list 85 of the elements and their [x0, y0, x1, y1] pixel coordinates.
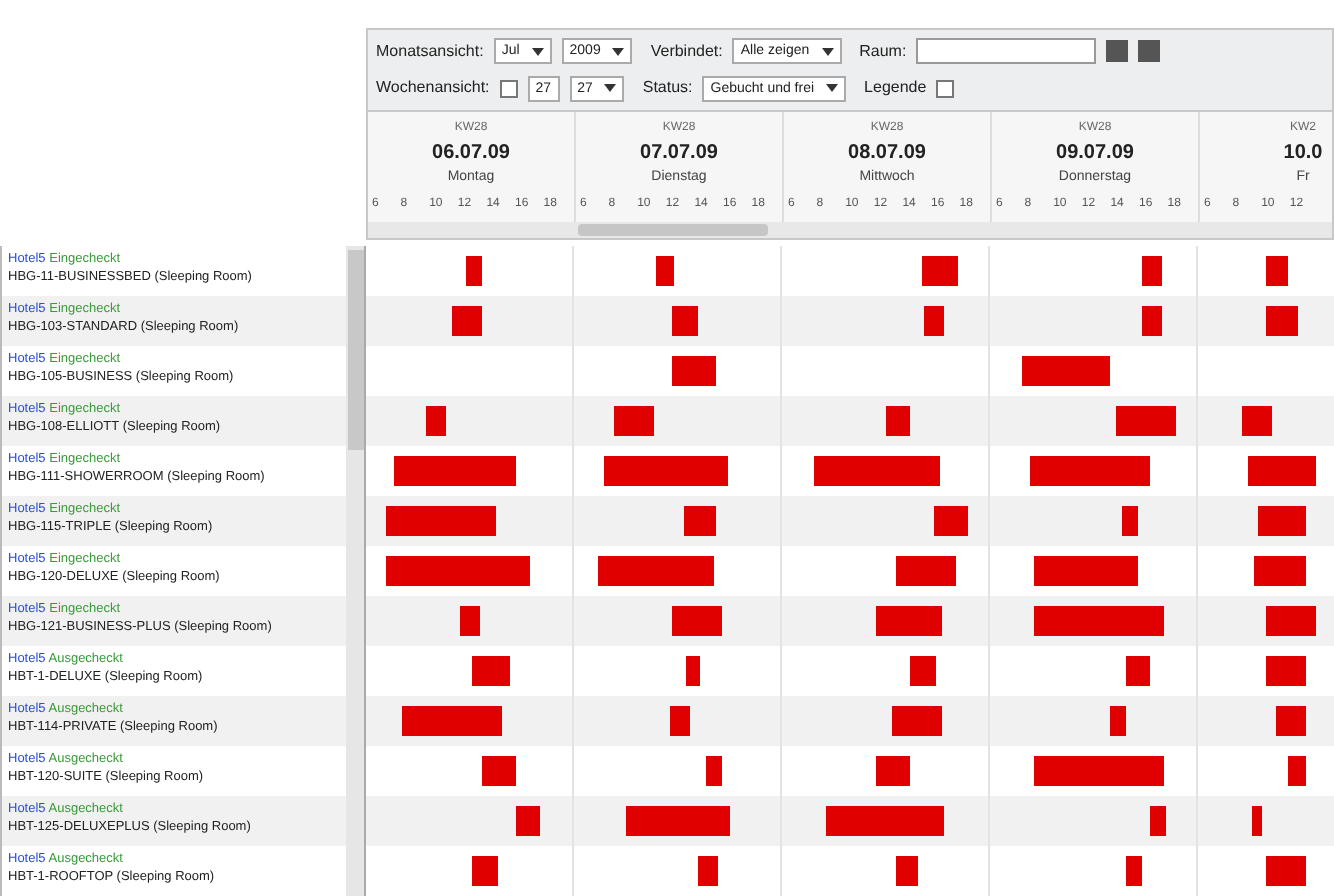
legend-checkbox[interactable]	[936, 79, 955, 98]
booking-bar[interactable]	[697, 855, 719, 885]
booking-bar[interactable]	[891, 705, 943, 735]
booking-bar[interactable]	[826, 805, 944, 835]
booking-bar[interactable]	[813, 455, 940, 485]
booking-bar[interactable]	[909, 655, 937, 685]
caret-icon	[531, 47, 544, 56]
booking-bar[interactable]	[516, 805, 540, 835]
booking-bar[interactable]	[1141, 255, 1163, 285]
booking-bar[interactable]	[1030, 455, 1151, 485]
booking-bar[interactable]	[923, 305, 944, 335]
booking-bar[interactable]	[875, 605, 943, 635]
booking-bar[interactable]	[1034, 755, 1164, 785]
booking-bar[interactable]	[471, 655, 511, 685]
booking-bar[interactable]	[1150, 805, 1166, 835]
booking-bar[interactable]	[603, 455, 727, 485]
booking-bar[interactable]	[896, 855, 918, 885]
booking-bar[interactable]	[425, 405, 447, 435]
filter-label: Verbindet:	[650, 39, 723, 64]
booking-bar[interactable]	[1247, 455, 1317, 485]
month-view-label: Monatsansicht:	[376, 39, 484, 64]
caret-icon	[612, 47, 625, 56]
room-search-field[interactable]	[916, 38, 1097, 65]
booking-bar[interactable]	[1242, 405, 1273, 435]
booking-bar[interactable]	[465, 255, 482, 285]
booking-bar[interactable]	[685, 655, 701, 685]
booking-bar[interactable]	[1266, 305, 1298, 335]
scroll-thumb[interactable]	[348, 249, 364, 449]
date-label: 07.07.09	[640, 140, 718, 168]
booking-bar[interactable]	[1257, 505, 1307, 535]
caret-icon	[821, 47, 834, 56]
room-label: Raum:	[859, 39, 907, 64]
booking-bar[interactable]	[1122, 505, 1138, 535]
booking-bar[interactable]	[1110, 705, 1127, 735]
booking-bar[interactable]	[626, 805, 730, 835]
booking-bar[interactable]	[672, 355, 716, 385]
booking-bar[interactable]	[683, 505, 717, 535]
booking-bar[interactable]	[1266, 655, 1307, 685]
booking-bar[interactable]	[1254, 555, 1307, 585]
booking-bar[interactable]	[1034, 605, 1164, 635]
booking-bar[interactable]	[1125, 655, 1151, 685]
booking-bar[interactable]	[1116, 405, 1176, 435]
booking-bar[interactable]	[886, 405, 910, 435]
booking-bar[interactable]	[385, 505, 497, 535]
booking-bar[interactable]	[597, 555, 714, 585]
caret-icon	[604, 84, 617, 93]
booking-bar[interactable]	[1266, 255, 1288, 285]
vertical-scrollbar[interactable]	[346, 245, 366, 896]
booking-bar[interactable]	[394, 455, 517, 485]
booking-bar[interactable]	[401, 705, 503, 735]
booking-bar[interactable]	[481, 755, 517, 785]
filter-label: Status:	[642, 76, 693, 101]
booking-bar[interactable]	[385, 555, 530, 585]
booking-bar[interactable]	[706, 755, 723, 785]
week-checkbox[interactable]	[499, 79, 518, 98]
booking-bar[interactable]	[1266, 855, 1307, 885]
week-view-label: Wochenansicht:	[376, 76, 490, 101]
booking-bar[interactable]	[1141, 305, 1163, 335]
booking-bar[interactable]	[1287, 755, 1307, 785]
legend-label: Legende	[864, 76, 927, 101]
booking-bar[interactable]	[933, 505, 968, 535]
booking-bar[interactable]	[670, 705, 690, 735]
booking-bar[interactable]	[459, 605, 481, 635]
booking-bar[interactable]	[875, 755, 910, 785]
booking-bar[interactable]	[472, 855, 499, 885]
booking-bar[interactable]	[1022, 355, 1111, 385]
scroll-thumb[interactable]	[578, 224, 768, 236]
booking-bar[interactable]	[1034, 555, 1139, 585]
booking-bar[interactable]	[1276, 705, 1307, 735]
booking-bar[interactable]	[1252, 805, 1262, 835]
booking-bar[interactable]	[921, 255, 958, 285]
booking-bar[interactable]	[1125, 855, 1142, 885]
date-label: 10.0	[1283, 140, 1323, 168]
booking-bar[interactable]	[896, 555, 956, 585]
booking-bar[interactable]	[672, 605, 723, 635]
horizontal-scrollbar[interactable]	[368, 222, 1332, 238]
date-label: 08.07.09	[848, 140, 926, 168]
booking-bar[interactable]	[1266, 605, 1317, 635]
booking-bar[interactable]	[614, 405, 655, 435]
date-label: 09.07.09	[1056, 140, 1134, 168]
booking-bar[interactable]	[655, 255, 674, 285]
date-label: 06.07.09	[432, 140, 510, 168]
caret-icon	[826, 84, 839, 93]
booking-bar[interactable]	[672, 305, 698, 335]
booking-bar[interactable]	[452, 305, 482, 335]
